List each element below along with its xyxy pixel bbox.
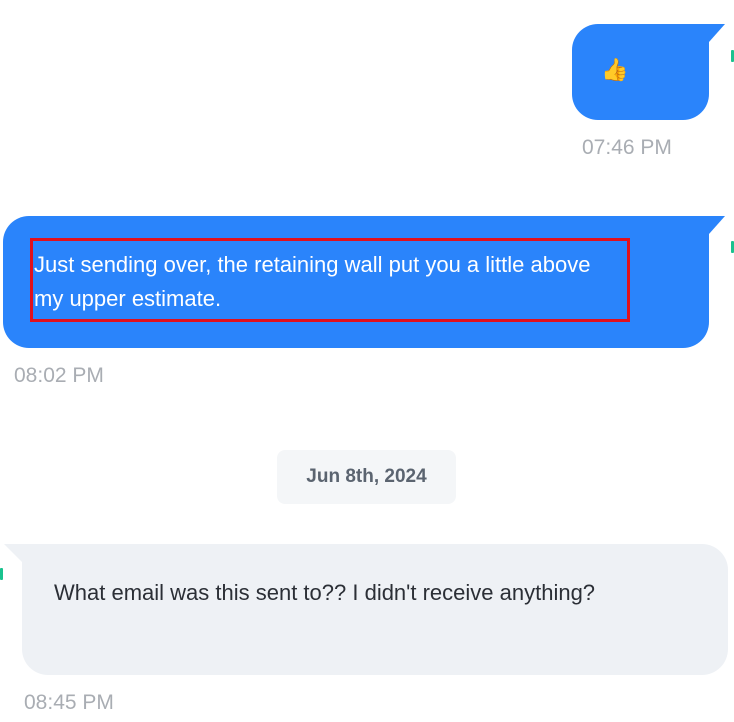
message-timestamp: 08:45 PM (24, 691, 114, 714)
thumbs-up-emoji: 👍 (601, 57, 629, 82)
message-text: What email was this sent to?? I didn't r… (54, 580, 596, 605)
read-receipt-icon (0, 568, 3, 580)
chat-thread: 👍 07:46 PM Just sending over, the retain… (0, 0, 734, 722)
bubble-tail (709, 24, 725, 42)
message-bubble-outgoing[interactable]: Just sending over, the retaining wall pu… (3, 216, 725, 348)
message-text: Just sending over, the retaining wall pu… (34, 252, 591, 311)
message-timestamp: 08:02 PM (14, 364, 104, 387)
message-bubble-outgoing[interactable]: 👍 (572, 24, 725, 120)
message-timestamp: 07:46 PM (582, 136, 672, 159)
date-separator: Jun 8th, 2024 (277, 450, 456, 504)
message-bubble-incoming[interactable]: What email was this sent to?? I didn't r… (4, 544, 728, 675)
bubble-tail (709, 216, 725, 234)
bubble-tail (4, 544, 22, 562)
